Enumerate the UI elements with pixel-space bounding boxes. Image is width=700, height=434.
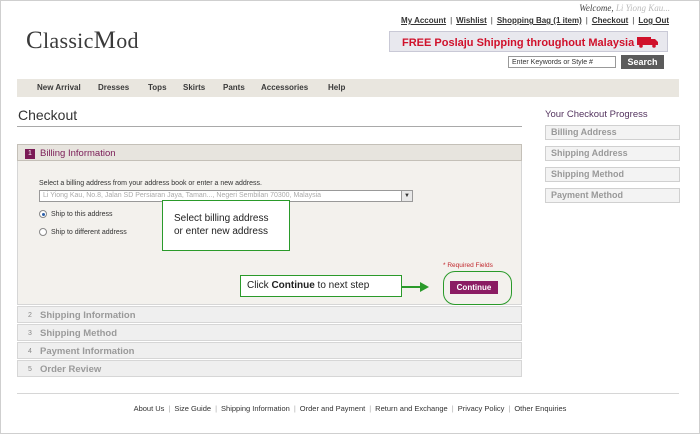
section-label: Order Review xyxy=(40,364,102,375)
ship-to-this-address-label: Ship to this address xyxy=(51,210,113,218)
step-number: 2 xyxy=(28,312,32,319)
ship-to-this-address-option[interactable]: Ship to this address xyxy=(39,210,112,218)
page-title: Checkout xyxy=(18,107,78,123)
footer-return-and-exchange[interactable]: Return and Exchange xyxy=(375,404,448,413)
callout-arrow xyxy=(402,286,422,288)
section-label: Payment Information xyxy=(40,346,135,357)
section-shipping-information[interactable]: 2 Shipping Information xyxy=(17,306,522,323)
ship-to-different-address-radio[interactable] xyxy=(39,228,47,236)
section-label: Billing Information xyxy=(40,148,116,159)
nav-help[interactable]: Help xyxy=(328,83,345,92)
truck-icon xyxy=(637,37,658,48)
wishlist-link[interactable]: Wishlist xyxy=(456,16,487,25)
required-fields-note: * Required Fields xyxy=(443,262,493,269)
progress-payment-method: Payment Method xyxy=(545,188,680,203)
footer-privacy-policy[interactable]: Privacy Policy xyxy=(458,404,505,413)
footer-other-enquiries[interactable]: Other Enquiries xyxy=(514,404,566,413)
title-divider xyxy=(17,126,522,127)
logout-link[interactable]: Log Out xyxy=(638,16,669,25)
continue-callout: Click Continue to next step xyxy=(240,275,402,297)
account-links: My Account | Wishlist | Shopping Bag (1 item… xyxy=(401,16,669,25)
progress-shipping-method: Shipping Method xyxy=(545,167,680,182)
billing-instruction: Select a billing address from your addre… xyxy=(39,180,262,187)
ship-to-different-address-label: Ship to different address xyxy=(51,228,127,236)
search-button[interactable]: Search xyxy=(621,55,664,69)
footer-about-us[interactable]: About Us xyxy=(134,404,165,413)
nav-pants[interactable]: Pants xyxy=(223,83,245,92)
ship-to-different-address-option[interactable]: Ship to different address xyxy=(39,228,127,236)
site-logo[interactable]: ClassicMod xyxy=(26,27,139,55)
chevron-down-icon[interactable]: ▼ xyxy=(401,191,412,201)
step-number: 3 xyxy=(28,330,32,337)
footer-order-and-payment[interactable]: Order and Payment xyxy=(300,404,365,413)
section-order-review[interactable]: 5 Order Review xyxy=(17,360,522,377)
main-nav: New Arrival Dresses Tops Skirts Pants Ac… xyxy=(17,79,679,97)
my-account-link[interactable]: My Account xyxy=(401,16,446,25)
section-label: Shipping Information xyxy=(40,310,136,321)
ship-to-this-address-radio[interactable] xyxy=(39,210,47,218)
section-shipping-method[interactable]: 3 Shipping Method xyxy=(17,324,522,341)
section-label: Shipping Method xyxy=(40,328,118,339)
arrow-right-icon xyxy=(420,282,429,292)
shipping-banner-text: FREE Poslaju Shipping throughout Malaysi… xyxy=(402,37,635,49)
nav-new-arrival[interactable]: New Arrival xyxy=(37,83,81,92)
footer-size-guide[interactable]: Size Guide xyxy=(174,404,211,413)
continue-button[interactable]: Continue xyxy=(450,281,498,294)
checkout-link[interactable]: Checkout xyxy=(592,16,628,25)
welcome-message: Welcome, Li Yiong Kau... xyxy=(579,3,670,13)
search-input[interactable] xyxy=(508,56,616,68)
checkout-progress-title: Your Checkout Progress xyxy=(545,109,648,120)
nav-skirts[interactable]: Skirts xyxy=(183,83,205,92)
select-address-callout: Select billing address or enter new addr… xyxy=(162,200,290,251)
shopping-bag-link[interactable]: Shopping Bag (1 item) xyxy=(497,16,582,25)
step-number: 4 xyxy=(28,348,32,355)
step-number: 1 xyxy=(25,149,35,159)
progress-shipping-address: Shipping Address xyxy=(545,146,680,161)
free-shipping-banner[interactable]: FREE Poslaju Shipping throughout Malaysi… xyxy=(389,31,668,52)
selected-address: Li Yiong Kau, No.8, Jalan SD Persiaran J… xyxy=(43,192,322,199)
footer-shipping-information[interactable]: Shipping Information xyxy=(221,404,290,413)
section-billing-information[interactable]: 1 Billing Information xyxy=(17,144,522,161)
nav-tops[interactable]: Tops xyxy=(148,83,167,92)
progress-billing-address: Billing Address xyxy=(545,125,680,140)
section-payment-information[interactable]: 4 Payment Information xyxy=(17,342,522,359)
footer-links: About Us | Size Guide | Shipping Information… xyxy=(133,404,567,413)
nav-accessories[interactable]: Accessories xyxy=(261,83,308,92)
step-number: 5 xyxy=(28,366,32,373)
footer-divider xyxy=(17,393,679,394)
nav-dresses[interactable]: Dresses xyxy=(98,83,129,92)
user-name: Li Yiong Kau... xyxy=(615,3,670,13)
